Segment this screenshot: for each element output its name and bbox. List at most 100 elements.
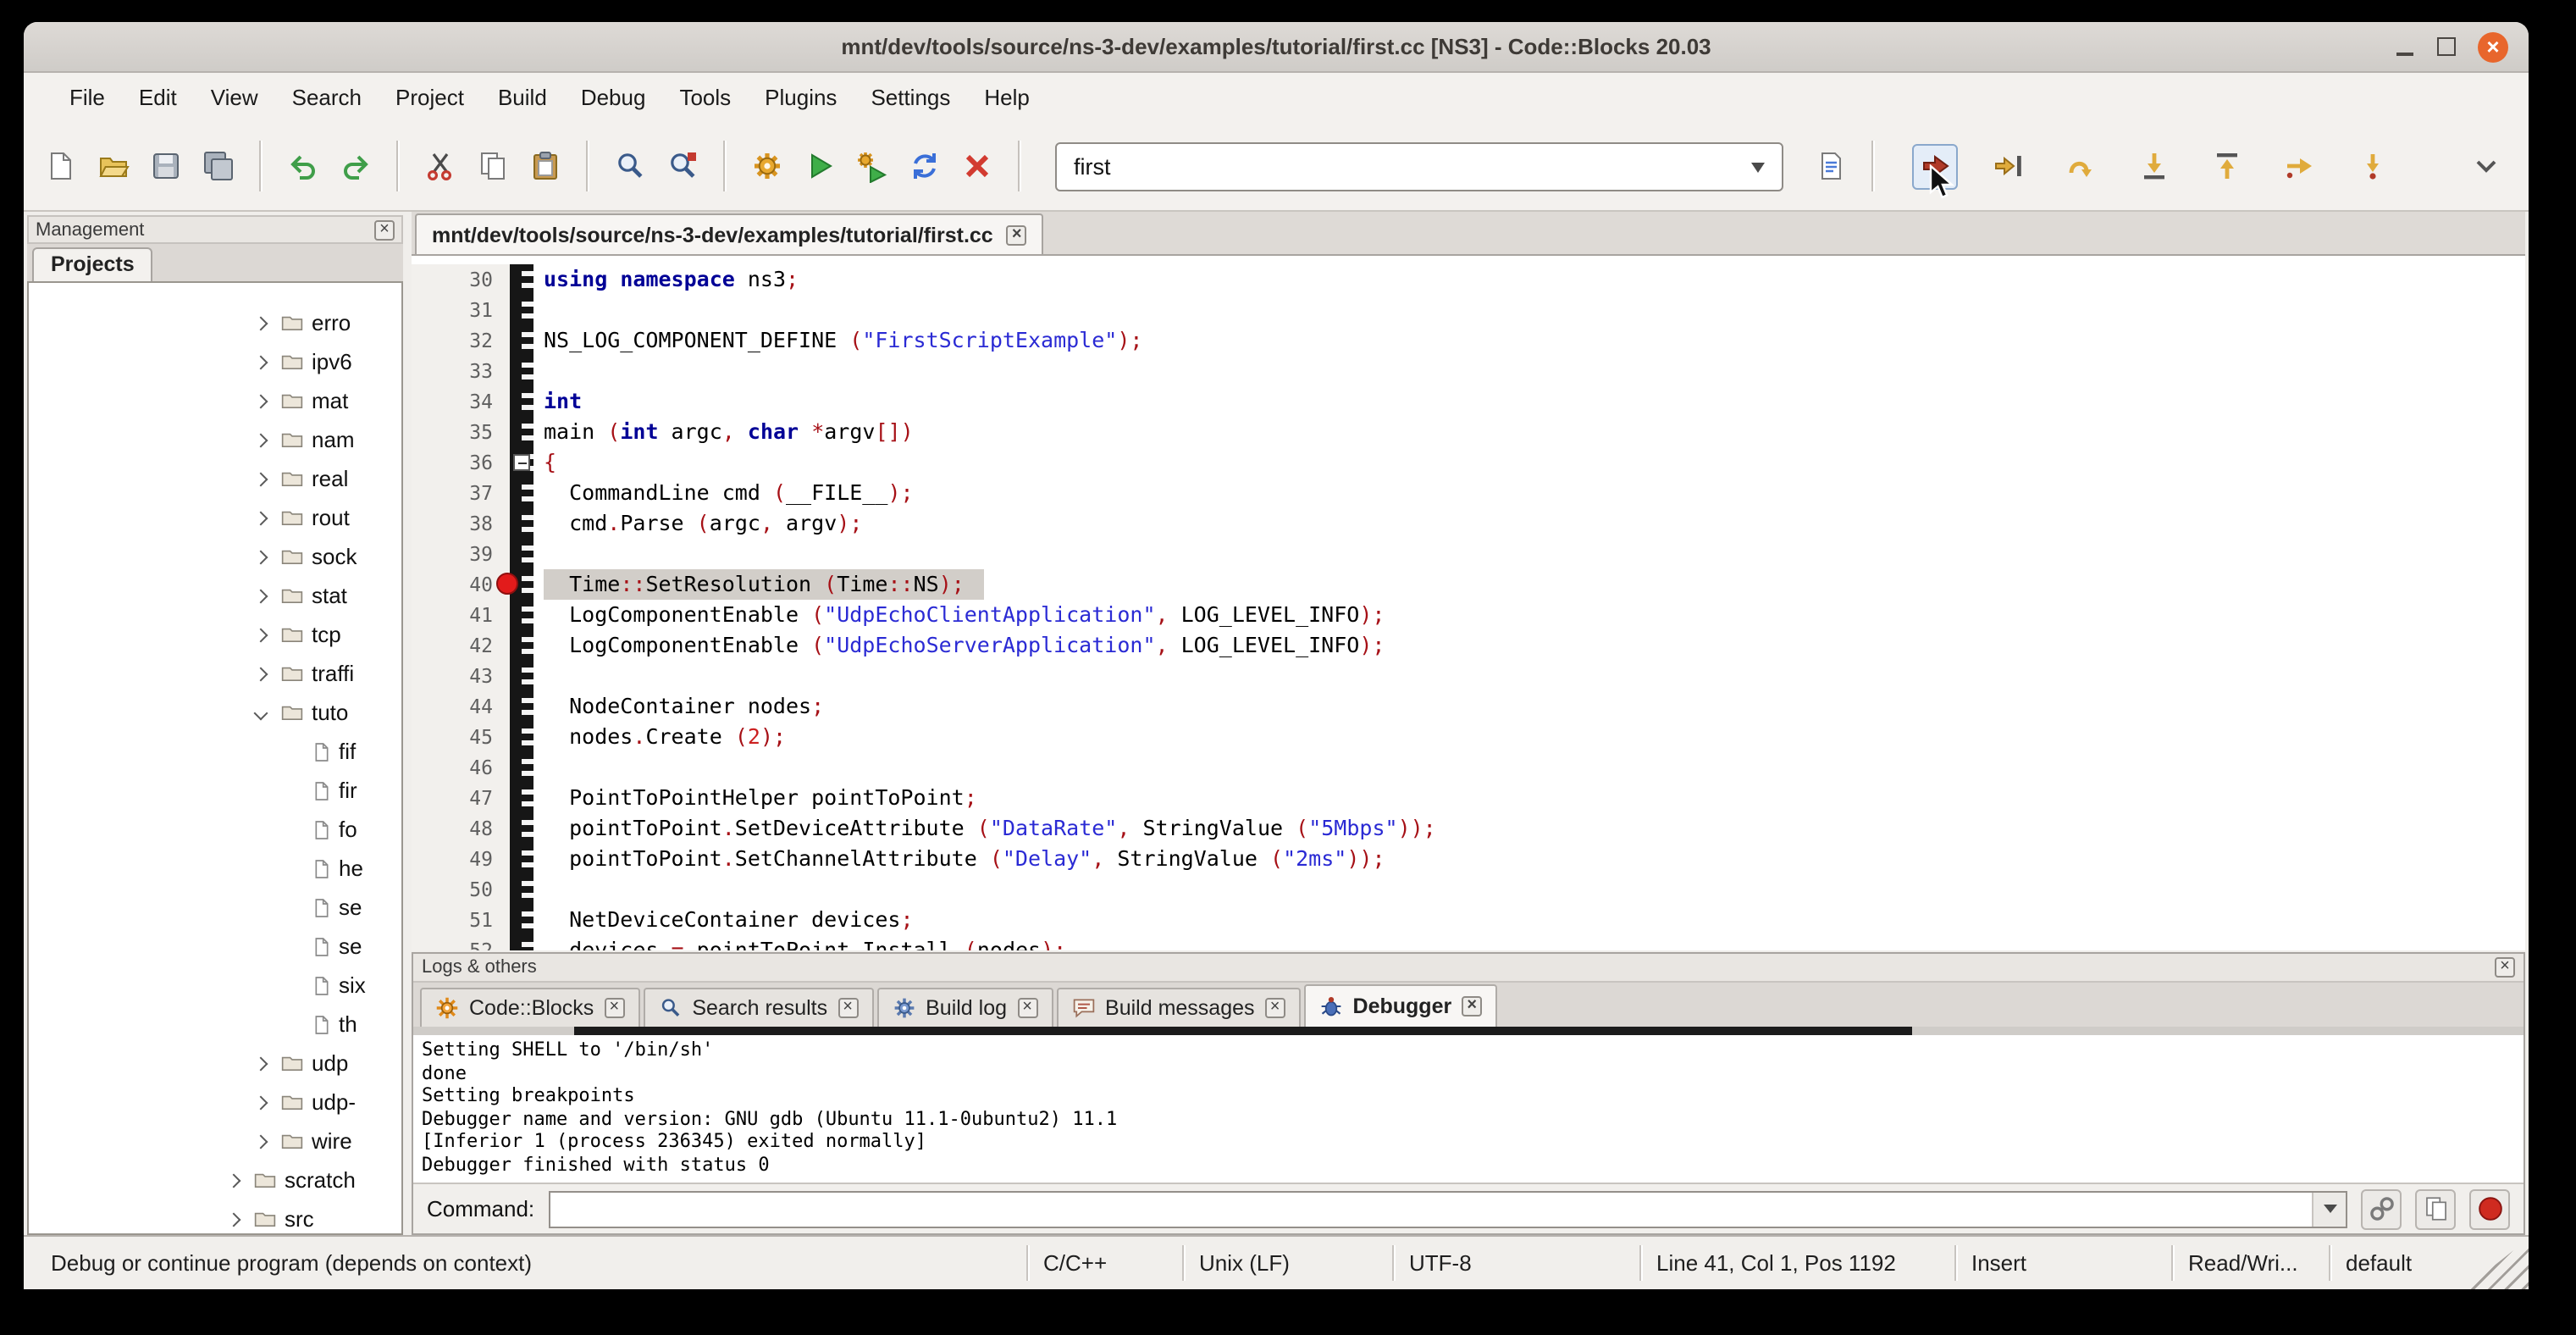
command-dropdown-icon[interactable] xyxy=(2312,1192,2346,1226)
logs-tab-debugger[interactable]: Debugger xyxy=(1304,984,1498,1027)
menu-plugins[interactable]: Plugins xyxy=(749,78,852,117)
find-button[interactable] xyxy=(606,143,652,189)
marker-margin[interactable] xyxy=(510,447,533,478)
tree-item-udp-[interactable]: udp- xyxy=(29,1083,401,1122)
tree-item-tuto[interactable]: tuto xyxy=(29,693,401,732)
line-number[interactable]: 51 xyxy=(412,905,510,935)
line-number[interactable]: 30 xyxy=(412,264,510,295)
step-out-button[interactable] xyxy=(2203,143,2249,189)
stop-button[interactable] xyxy=(2469,1188,2510,1229)
marker-margin[interactable] xyxy=(510,295,533,325)
logs-close-icon[interactable] xyxy=(2495,957,2515,978)
copy-button[interactable] xyxy=(2415,1188,2456,1229)
run-to-cursor-button[interactable] xyxy=(1985,143,2031,189)
line-number[interactable]: 37 xyxy=(412,478,510,508)
tree-item-rout[interactable]: rout xyxy=(29,498,401,537)
tree-item-fo[interactable]: fo xyxy=(29,810,401,849)
titlebar[interactable]: mnt/dev/tools/source/ns-3-dev/examples/t… xyxy=(24,22,2529,73)
scrollbar-thumb[interactable] xyxy=(574,1027,1912,1035)
line-number[interactable]: 34 xyxy=(412,386,510,417)
tree-item-src[interactable]: src xyxy=(29,1199,401,1235)
chevron-collapsed-icon[interactable] xyxy=(254,316,268,330)
chevron-collapsed-icon[interactable] xyxy=(254,1095,268,1110)
chevron-expanded-icon[interactable] xyxy=(254,706,268,720)
run-button[interactable] xyxy=(796,143,842,189)
menu-edit[interactable]: Edit xyxy=(124,78,192,117)
chevron-collapsed-icon[interactable] xyxy=(254,628,268,642)
abort-build-button[interactable] xyxy=(954,143,999,189)
marker-margin[interactable] xyxy=(510,478,533,508)
line-number[interactable]: 47 xyxy=(412,783,510,813)
tab-close-icon[interactable] xyxy=(1017,998,1037,1018)
new-file-button[interactable] xyxy=(37,143,83,189)
minimize-button[interactable] xyxy=(2395,36,2415,57)
close-button[interactable] xyxy=(2478,31,2508,62)
marker-margin[interactable] xyxy=(510,874,533,905)
tree-item-he[interactable]: he xyxy=(29,849,401,888)
attach-button[interactable] xyxy=(2361,1188,2402,1229)
rebuild-button[interactable] xyxy=(901,143,947,189)
chevron-collapsed-icon[interactable] xyxy=(254,511,268,525)
menu-project[interactable]: Project xyxy=(380,78,479,117)
tree-item-erro[interactable]: erro xyxy=(29,303,401,342)
chevron-collapsed-icon[interactable] xyxy=(227,1173,241,1188)
marker-margin[interactable] xyxy=(510,264,533,295)
management-close-icon[interactable] xyxy=(374,219,395,240)
tree-item-scratch[interactable]: scratch xyxy=(29,1161,401,1199)
tree-item-six[interactable]: six xyxy=(29,966,401,1005)
menu-settings[interactable]: Settings xyxy=(855,78,965,117)
tree-item-tcp[interactable]: tcp xyxy=(29,615,401,654)
breakpoint-marker[interactable] xyxy=(496,573,518,595)
chevron-collapsed-icon[interactable] xyxy=(254,667,268,681)
line-number[interactable]: 50 xyxy=(412,874,510,905)
line-number[interactable]: 39 xyxy=(412,539,510,569)
menu-build[interactable]: Build xyxy=(483,78,562,117)
redo-button[interactable] xyxy=(332,143,378,189)
open-file-button[interactable] xyxy=(90,143,135,189)
marker-margin[interactable] xyxy=(510,905,533,935)
menu-file[interactable]: File xyxy=(54,78,120,117)
next-line-button[interactable] xyxy=(2058,143,2103,189)
save-all-button[interactable] xyxy=(195,143,240,189)
line-number[interactable]: 31 xyxy=(412,295,510,325)
undo-button[interactable] xyxy=(279,143,325,189)
line-number[interactable]: 36 xyxy=(412,447,510,478)
menu-debug[interactable]: Debug xyxy=(566,78,661,117)
chevron-collapsed-icon[interactable] xyxy=(254,394,268,408)
menu-view[interactable]: View xyxy=(196,78,274,117)
panel-splitter[interactable] xyxy=(403,212,412,1235)
marker-margin[interactable] xyxy=(510,813,533,844)
chevron-collapsed-icon[interactable] xyxy=(254,589,268,603)
logs-tab-build-log[interactable]: Build log xyxy=(876,988,1053,1027)
logs-hscrollbar[interactable] xyxy=(413,1027,2523,1035)
chevron-collapsed-icon[interactable] xyxy=(254,355,268,369)
step-into-instruction-button[interactable] xyxy=(2349,143,2395,189)
tree-item-mat[interactable]: mat xyxy=(29,381,401,420)
tree-item-fir[interactable]: fir xyxy=(29,771,401,810)
menu-tools[interactable]: Tools xyxy=(664,78,746,117)
scripts-button[interactable] xyxy=(1807,143,1853,189)
fold-collapse-icon[interactable] xyxy=(513,454,530,471)
chevron-collapsed-icon[interactable] xyxy=(254,1056,268,1071)
line-number[interactable]: 52 xyxy=(412,935,510,950)
chevron-collapsed-icon[interactable] xyxy=(254,433,268,447)
tree-item-se[interactable]: se xyxy=(29,888,401,927)
marker-margin[interactable] xyxy=(510,630,533,661)
marker-margin[interactable] xyxy=(510,691,533,722)
code-editor[interactable]: 30using namespace ns3;3132NS_LOG_COMPONE… xyxy=(412,256,2525,950)
line-number[interactable]: 38 xyxy=(412,508,510,539)
tree-item-sock[interactable]: sock xyxy=(29,537,401,576)
tab-close-icon[interactable] xyxy=(1265,998,1285,1018)
editor-tab-close-icon[interactable] xyxy=(1007,224,1027,245)
resize-grip[interactable] xyxy=(2464,1238,2529,1289)
save-button[interactable] xyxy=(142,143,188,189)
tree-item-ipv6[interactable]: ipv6 xyxy=(29,342,401,381)
build-target-select[interactable]: first xyxy=(1055,141,1783,191)
step-into-button[interactable] xyxy=(2131,143,2176,189)
tree-item-traffi[interactable]: traffi xyxy=(29,654,401,693)
tree-item-wire[interactable]: wire xyxy=(29,1122,401,1161)
marker-margin[interactable] xyxy=(510,752,533,783)
tree-item-se[interactable]: se xyxy=(29,927,401,966)
marker-margin[interactable] xyxy=(510,722,533,752)
line-number[interactable]: 40 xyxy=(412,569,510,600)
